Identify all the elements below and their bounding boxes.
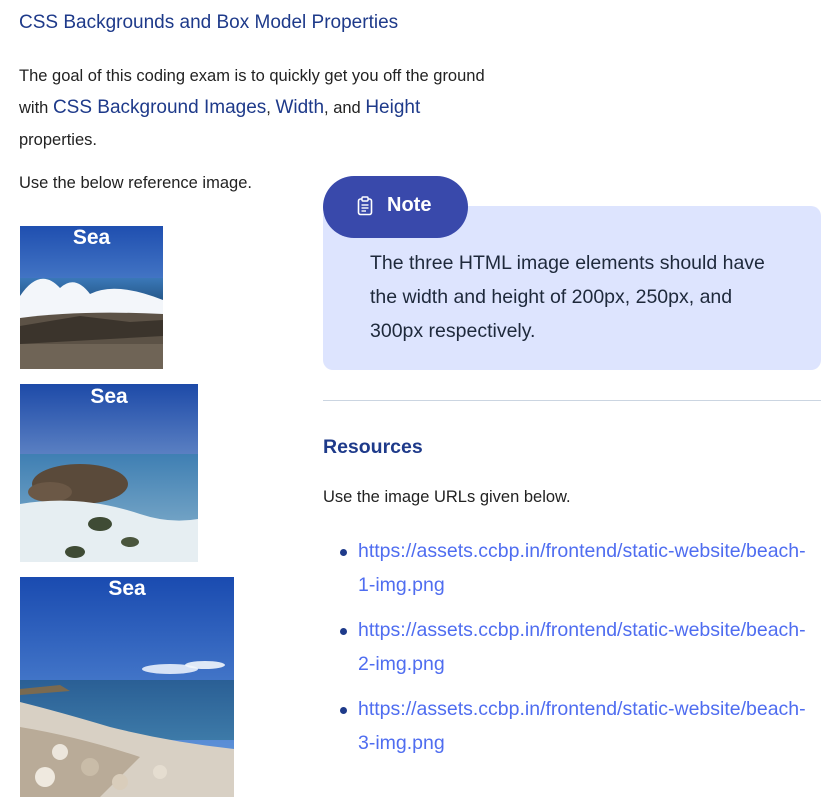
resource-links-list: https://assets.ccbp.in/frontend/static-w… xyxy=(340,534,810,771)
image-caption: Sea xyxy=(72,226,111,249)
resource-link-item: https://assets.ccbp.in/frontend/static-w… xyxy=(340,613,810,681)
note-label: Note xyxy=(387,194,432,216)
reference-text: Use the below reference image. xyxy=(19,174,252,192)
resource-link-1[interactable]: https://assets.ccbp.in/frontend/static-w… xyxy=(358,540,806,596)
reference-image-3: Sea xyxy=(20,577,234,797)
intro-term-background-images: CSS Background Images xyxy=(52,97,267,118)
image-caption: Sea xyxy=(90,385,128,408)
intro-separator: , and xyxy=(324,99,366,117)
reference-image-1: Sea xyxy=(20,226,163,369)
resource-link-item: https://assets.ccbp.in/frontend/static-w… xyxy=(340,692,810,760)
image-caption: Sea xyxy=(108,577,146,600)
note-text: The three HTML image elements should hav… xyxy=(370,252,765,342)
divider xyxy=(323,400,821,401)
resource-link-2[interactable]: https://assets.ccbp.in/frontend/static-w… xyxy=(358,619,806,675)
reference-image-2: Sea xyxy=(20,384,198,562)
resource-link-3[interactable]: https://assets.ccbp.in/frontend/static-w… xyxy=(358,698,806,754)
intro-term-width: Width xyxy=(275,97,325,118)
note-tab: Note xyxy=(323,176,468,238)
intro-text-end: properties. xyxy=(19,131,97,149)
intro-term-height: Height xyxy=(365,97,421,118)
resources-description: Use the image URLs given below. xyxy=(323,488,571,506)
resources-heading: Resources xyxy=(323,436,423,458)
resource-link-item: https://assets.ccbp.in/frontend/static-w… xyxy=(340,534,810,602)
clipboard-icon xyxy=(357,196,373,221)
page-title: CSS Backgrounds and Box Model Properties xyxy=(19,12,399,33)
intro-paragraph: The goal of this coding exam is to quick… xyxy=(19,60,499,156)
